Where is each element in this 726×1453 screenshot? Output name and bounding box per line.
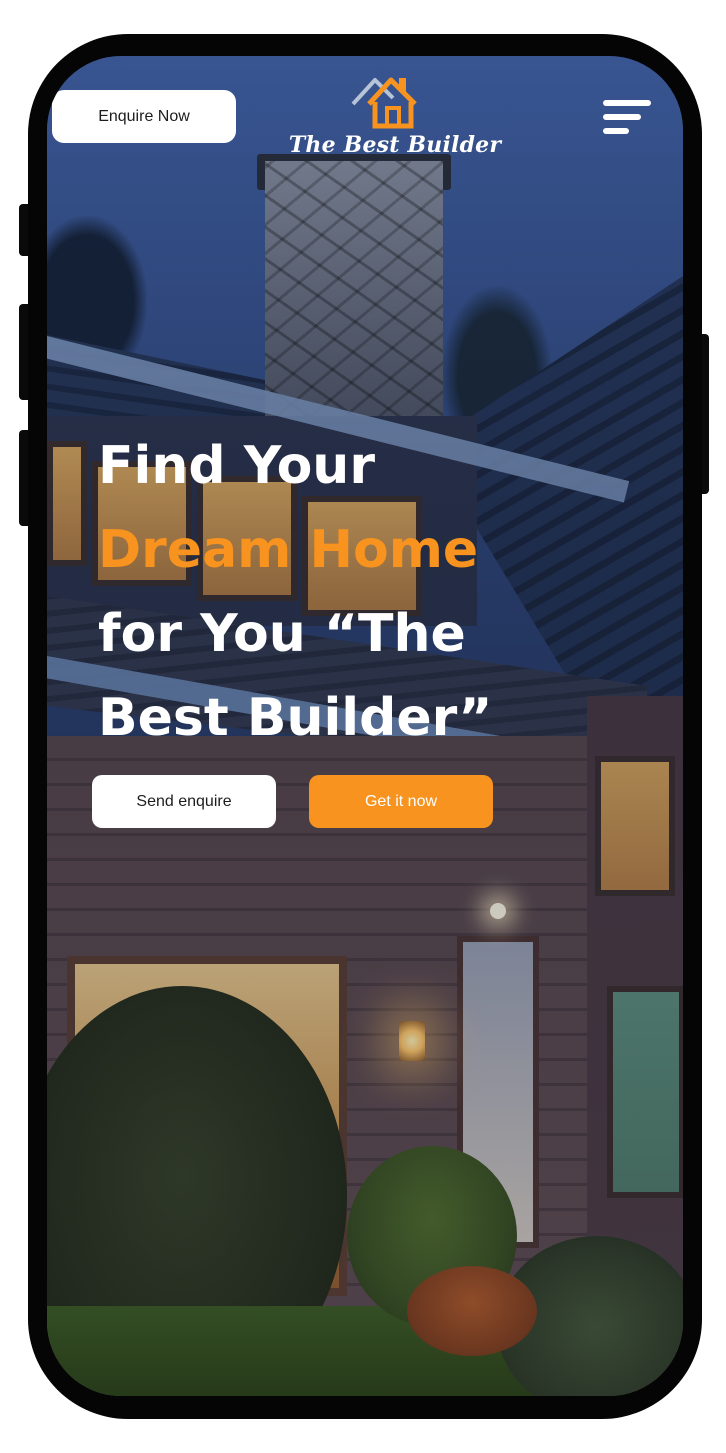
brand-name: The Best Builder xyxy=(288,132,502,158)
headline-line-4: Best Builder” xyxy=(98,688,493,748)
phone-screen: Enquire Now The Best Builder Find Your D… xyxy=(47,56,683,1396)
hamburger-menu-icon[interactable] xyxy=(603,98,655,136)
hero-headline: Find Your Dream Home for You “The Best B… xyxy=(98,424,658,760)
send-enquire-button[interactable]: Send enquire xyxy=(92,775,276,828)
headline-accent-line: Dream Home xyxy=(98,520,479,580)
house-logo-icon xyxy=(351,77,417,129)
headline-line-3: for You “The xyxy=(98,604,466,664)
get-it-now-button[interactable]: Get it now xyxy=(309,775,493,828)
enquire-now-button[interactable]: Enquire Now xyxy=(52,90,236,143)
headline-line-1: Find Your xyxy=(98,436,375,496)
